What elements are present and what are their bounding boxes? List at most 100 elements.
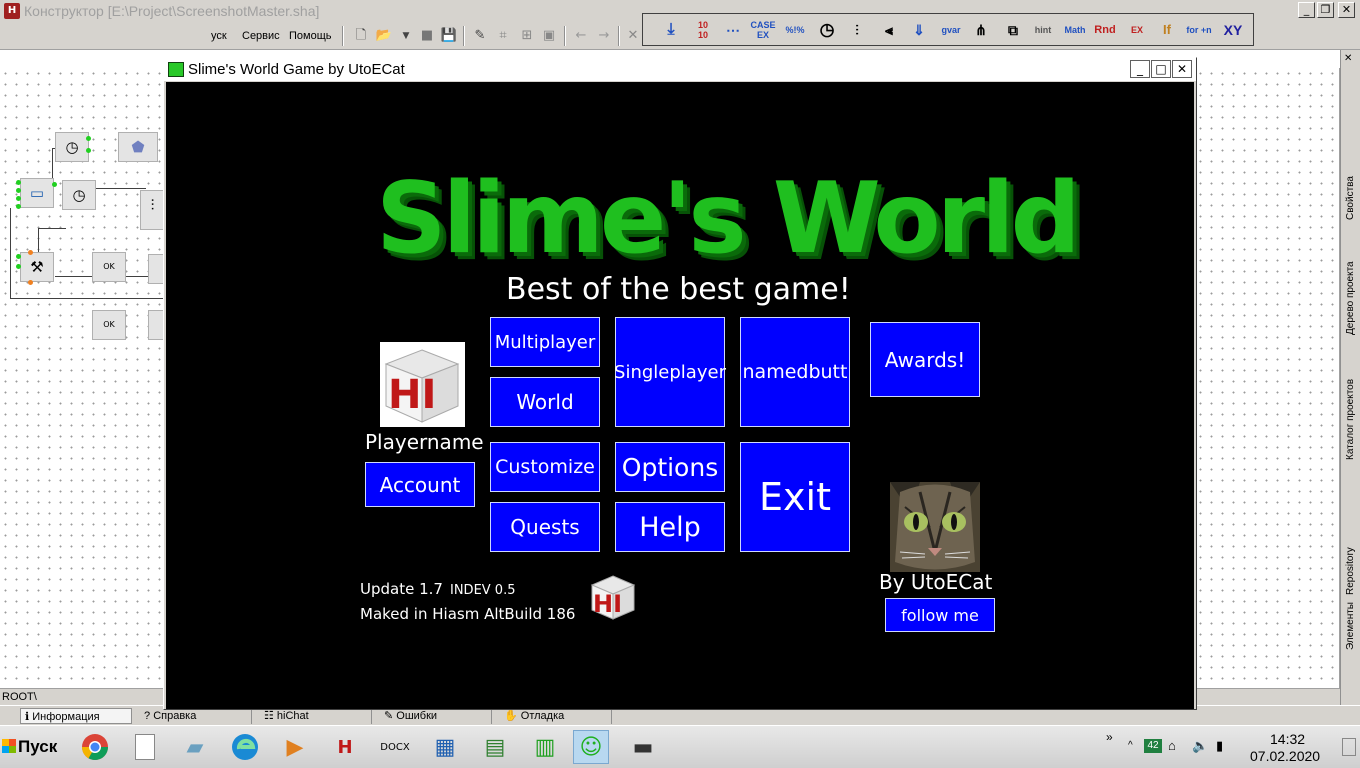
device-manager-icon[interactable]: ▤ xyxy=(477,730,513,764)
help-button[interactable]: Help xyxy=(615,502,725,552)
world-button[interactable]: World xyxy=(490,377,600,427)
game-minimize-button[interactable]: _ xyxy=(1130,60,1150,78)
connector-icon[interactable]: ⋯ xyxy=(719,18,747,42)
form-component[interactable]: ▭ xyxy=(20,178,54,208)
follow-me-button[interactable]: follow me xyxy=(885,598,995,632)
arrow-down-icon[interactable]: ⇓ xyxy=(905,18,933,42)
back-arrow-icon[interactable]: ← xyxy=(572,27,590,45)
awards-button[interactable]: Awards! xyxy=(870,322,980,397)
network-icon[interactable]: ▮ xyxy=(1216,738,1223,754)
percent-icon[interactable]: %!% xyxy=(781,18,809,42)
tree-icon[interactable]: ⋔ xyxy=(967,18,995,42)
tab-hichat[interactable]: ☷ hiChat xyxy=(260,708,372,724)
media-player-icon[interactable]: ▶ xyxy=(277,730,313,764)
minimize-button[interactable]: _ xyxy=(1298,2,1315,18)
start-button[interactable]: Пуск xyxy=(2,731,62,763)
button-component-2[interactable]: OK xyxy=(92,310,126,340)
clock-time[interactable]: 14:32 xyxy=(1270,731,1305,747)
tab-errors[interactable]: ✎ Ошибки xyxy=(380,708,492,724)
if-icon[interactable]: If xyxy=(1153,18,1181,42)
distribute-icon[interactable]: ⊞ xyxy=(518,27,536,45)
random-icon[interactable]: Rnd xyxy=(1091,18,1119,42)
docx-icon[interactable]: DOCX xyxy=(377,730,413,764)
volume-icon[interactable]: 🔈 xyxy=(1192,738,1208,754)
chrome-icon[interactable] xyxy=(77,730,113,764)
namedbutt-button[interactable]: namedbutt xyxy=(740,317,850,427)
timer-icon[interactable]: ◷ xyxy=(813,18,841,42)
clock-date[interactable]: 07.02.2020 xyxy=(1250,748,1320,764)
gvar-icon[interactable]: gvar xyxy=(937,18,965,42)
battery-badge[interactable]: 42 xyxy=(1144,739,1162,753)
slime-game-taskbar-icon[interactable]: ☺ xyxy=(573,730,609,764)
edit-icon[interactable]: ✎ xyxy=(471,27,489,45)
close-button[interactable]: ✕ xyxy=(1338,2,1355,18)
toolbar-separator xyxy=(618,26,620,46)
forward-arrow-icon[interactable]: → xyxy=(595,27,613,45)
game-window-title: Slime's World Game by UtoECat xyxy=(188,61,405,78)
for-loop-icon[interactable]: for +n xyxy=(1185,18,1213,42)
restore-button[interactable]: ❐ xyxy=(1317,2,1334,18)
memory-icon[interactable]: ▥ xyxy=(527,730,563,764)
multiplayer-button[interactable]: Multiplayer xyxy=(490,317,600,367)
chip-icon[interactable]: ▬ xyxy=(625,730,661,764)
tray-up-icon[interactable]: ^ xyxy=(1128,740,1133,751)
shape-component[interactable]: ⬟ xyxy=(118,132,158,162)
edge-icon[interactable] xyxy=(227,730,263,764)
scheme-canvas-right[interactable] xyxy=(1195,68,1340,688)
quests-button[interactable]: Quests xyxy=(490,502,600,552)
game-close-button[interactable]: ✕ xyxy=(1172,60,1192,78)
notification-icon[interactable] xyxy=(1342,738,1356,756)
stop-icon[interactable]: ■ xyxy=(418,27,436,45)
button-component[interactable]: OK xyxy=(92,252,126,282)
pin xyxy=(28,250,33,255)
built-with-label: Maked in Hiasm AltBuild 186 xyxy=(360,605,576,623)
open-folder-icon[interactable]: 📂 xyxy=(375,27,393,45)
game-maximize-button[interactable]: □ xyxy=(1151,60,1171,78)
align-icon[interactable]: ⌗ xyxy=(494,27,512,45)
hierarchy-icon[interactable]: ⧉ xyxy=(999,18,1027,42)
hi-cube-icon: HI xyxy=(384,349,460,423)
tools-component[interactable]: ⚒ xyxy=(20,252,54,282)
menu-run[interactable]: уск xyxy=(211,30,227,42)
new-file-icon[interactable]: 🗋 xyxy=(352,27,370,45)
xy-icon[interactable]: XY xyxy=(1219,18,1247,42)
singleplayer-button[interactable]: Singleplayer xyxy=(614,317,726,427)
hint-icon[interactable]: hint xyxy=(1029,18,1057,42)
save-icon[interactable]: 💾 xyxy=(440,27,458,45)
case-icon[interactable]: CASE EX xyxy=(749,18,777,42)
menu-help[interactable]: Помощь xyxy=(289,30,332,42)
splitter-component[interactable]: ⫶ xyxy=(140,190,165,230)
tab-help[interactable]: ? Справка xyxy=(140,708,252,724)
notepad-icon[interactable]: ▰ xyxy=(177,730,213,764)
account-button[interactable]: Account xyxy=(365,462,475,507)
document-icon[interactable] xyxy=(127,730,163,764)
tray-expand-icon[interactable]: » xyxy=(1106,730,1113,744)
scheme-canvas[interactable]: ◷ ⬟ ▭ ◷ ⫶ ⚒ OK OK xyxy=(0,68,165,688)
exit-button[interactable]: Exit xyxy=(740,442,850,552)
file-manager-icon[interactable]: ▦ xyxy=(427,730,463,764)
math-icon[interactable]: Math xyxy=(1061,18,1089,42)
tab-info[interactable]: ℹ Информация xyxy=(20,708,132,724)
dropdown-arrow-icon[interactable]: ▼ xyxy=(397,27,415,45)
customize-button[interactable]: Customize xyxy=(490,442,600,492)
menu-service[interactable]: Сервис xyxy=(242,30,280,42)
hiasm-taskbar-icon[interactable]: H xyxy=(327,730,363,764)
multi-element-icon[interactable]: ⫷ xyxy=(875,18,903,42)
delete-icon[interactable]: ✕ xyxy=(624,27,642,45)
group-icon[interactable]: ▣ xyxy=(540,27,558,45)
timer-component[interactable]: ◷ xyxy=(55,132,89,162)
ok-button-icon: OK xyxy=(103,262,115,271)
tab-info-label: Информация xyxy=(32,711,100,723)
dock-tab-elements[interactable]: Элементы xyxy=(1341,602,1360,710)
timer-component-2[interactable]: ◷ xyxy=(62,180,96,210)
download-icon[interactable]: ⤓ xyxy=(657,18,685,42)
pin xyxy=(16,264,21,269)
options-button[interactable]: Options xyxy=(615,442,725,492)
tab-debug[interactable]: ✋ Отладка xyxy=(500,708,612,724)
number-convert-icon[interactable]: 10 10 xyxy=(689,18,717,42)
dock-close-icon[interactable]: ✕ xyxy=(1344,53,1352,64)
usb-icon[interactable]: ⌂ xyxy=(1168,738,1176,753)
splitter-icon[interactable]: ⫶ xyxy=(843,18,871,42)
ex-icon[interactable]: EX xyxy=(1123,18,1151,42)
game-area: Slime's World Best of the best game! HI … xyxy=(166,82,1194,709)
